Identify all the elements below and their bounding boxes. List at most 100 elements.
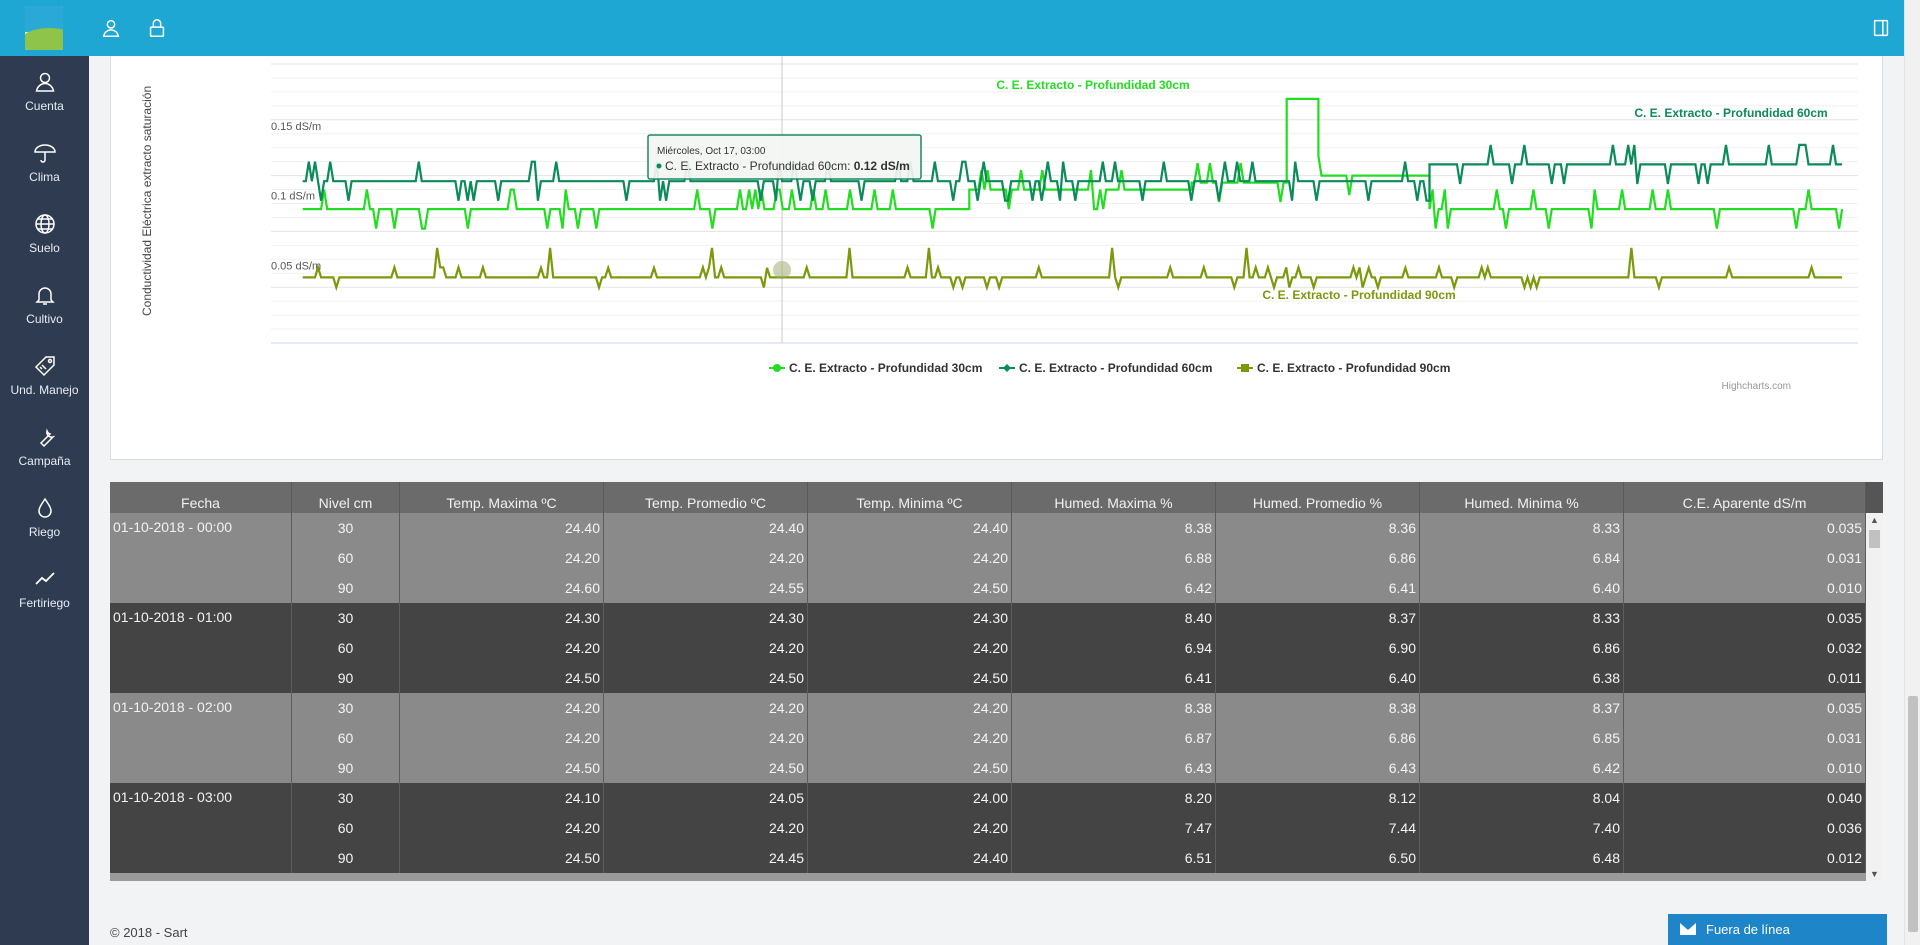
table-row[interactable]: 30 24.20 24.20 24.20 8.38 8.38 8.37 0.035 [292,693,1866,723]
table-bottom-strip [110,873,1866,881]
table-cell: 6.50 [1216,843,1420,873]
sidebar-item-suelo[interactable]: Suelo [0,198,89,269]
sidebar-item-cuenta[interactable]: Cuenta [0,56,89,127]
column-header[interactable]: Nivel cm [292,482,400,513]
user-icon[interactable] [100,17,122,39]
table-row[interactable]: 60 24.20 24.20 24.20 6.94 6.90 6.86 0.032 [292,633,1866,663]
data-table: Fecha Nivel cm Temp. Maxima ºC Temp. Promed… [110,482,1883,881]
column-header[interactable]: Humed. Promedio % [1216,482,1420,513]
column-header[interactable]: Temp. Promedio ºC [604,482,808,513]
sidebar-item-label: Campaña [18,454,71,468]
table-cell: 24.50 [604,663,808,693]
table-cell: 6.43 [1012,753,1216,783]
lock-icon[interactable] [146,17,168,39]
table-cell: 6.40 [1216,663,1420,693]
offline-status-button[interactable]: Fuera de línea [1668,914,1887,945]
tooltip-text: C. E. Extracto - Profundidad 60cm: 0.12 … [665,159,910,173]
table-cell: 0.032 [1624,633,1866,663]
legend-marker [1003,364,1011,372]
tooltip-value: 0.12 dS/m [854,159,910,173]
table-row[interactable]: 30 24.30 24.30 24.30 8.40 8.37 8.33 0.035 [292,603,1866,633]
table-cell: 7.40 [1420,813,1624,843]
table-cell: 30 [292,513,400,543]
globe-icon [34,214,55,234]
chart-card: Conductividad Eléctrica extracto saturac… [110,56,1883,460]
column-header[interactable]: Temp. Maxima ºC [400,482,604,513]
sidebar-item-cultivo[interactable]: Cultivo [0,269,89,340]
table-cell: 24.50 [808,663,1012,693]
page-scrollbar[interactable] [1904,0,1920,945]
legend-label: C. E. Extracto - Profundidad 90cm [1257,361,1450,375]
table-cell: 24.05 [604,783,808,813]
column-header[interactable]: Humed. Minima % [1420,482,1624,513]
y-tick-label: 0.05 dS/m [271,260,321,272]
wrench-icon [39,428,55,448]
series-data-label: C. E. Extracto - Profundidad 30cm [996,78,1189,92]
column-header[interactable]: Temp. Minima ºC [808,482,1012,513]
series-line[interactable] [302,97,1844,230]
table-cell: 8.12 [1216,783,1420,813]
chart-credits[interactable]: Highcharts.com [1722,381,1791,392]
table-cell: 24.50 [400,663,604,693]
table-row[interactable]: 90 24.60 24.55 24.50 6.42 6.41 6.40 0.010 [292,573,1866,603]
tooltip-series: C. E. Extracto - Profundidad 60cm: [665,159,854,173]
table-cell: 8.38 [1012,693,1216,723]
top-bar [0,0,1904,56]
table-cell: 90 [292,573,400,603]
table-row[interactable]: 90 24.50 24.45 24.40 6.51 6.50 6.48 0.012 [292,843,1866,873]
tooltip-header: Miércoles, Oct 17, 03:00 [657,146,766,157]
table-cell: 90 [292,663,400,693]
legend-item[interactable]: C. E. Extracto - Profundidad 60cm [999,361,1212,375]
table-cell: 0.035 [1624,603,1866,633]
table-cell: 7.44 [1216,813,1420,843]
scroll-up-icon[interactable]: ▲ [1870,515,1879,525]
table-row[interactable]: 60 24.20 24.20 24.20 6.88 6.86 6.84 0.031 [292,543,1866,573]
fecha-cell: 01-10-2018 - 02:00 [110,693,292,783]
table-row[interactable]: 60 24.20 24.20 24.20 6.87 6.86 6.85 0.031 [292,723,1866,753]
table-cell: 6.51 [1012,843,1216,873]
legend-label: C. E. Extracto - Profundidad 60cm [1019,361,1212,375]
table-row[interactable]: 30 24.10 24.05 24.00 8.20 8.12 8.04 0.040 [292,783,1866,813]
tooltip-series-dot [656,163,662,169]
table-row[interactable]: 90 24.50 24.50 24.50 6.41 6.40 6.38 0.011 [292,663,1866,693]
ce-line-chart[interactable]: Conductividad Eléctrica extracto saturac… [111,56,1884,460]
sidebar-item-und-manejo[interactable]: Und. Manejo [0,340,89,411]
table-cell: 24.50 [400,843,604,873]
table-cell: 6.87 [1012,723,1216,753]
legend-item[interactable]: C. E. Extracto - Profundidad 30cm [769,361,982,375]
table-cell: 24.20 [400,813,604,843]
y-axis-label: Conductividad Eléctrica extracto saturac… [140,86,154,316]
app-logo[interactable] [25,6,63,50]
series-line[interactable] [302,247,1843,292]
table-cell: 0.035 [1624,513,1866,543]
sidebar-item-campana[interactable]: Campaña [0,411,89,482]
table-row[interactable]: 90 24.50 24.50 24.50 6.43 6.43 6.42 0.010 [292,753,1866,783]
table-cell: 60 [292,633,400,663]
chart-tooltip: Miércoles, Oct 17, 03:00 C. E. Extracto … [647,134,922,180]
sidebar-item-riego[interactable]: Riego [0,482,89,553]
series-line[interactable] [302,143,1843,202]
sidebar-item-fertiriego[interactable]: Fertiriego [0,553,89,624]
table-cell: 24.20 [604,723,808,753]
sidebar-item-clima[interactable]: Clima [0,127,89,198]
table-row[interactable]: 30 24.40 24.40 24.40 8.38 8.36 8.33 0.035 [292,513,1866,543]
hover-marker [773,261,791,279]
table-cell: 24.20 [400,693,604,723]
table-row[interactable]: 60 24.20 24.20 24.20 7.47 7.44 7.40 0.036 [292,813,1866,843]
envelope-icon [1680,923,1696,935]
panel-toggle-icon[interactable] [1870,17,1892,39]
table-cell: 24.10 [400,783,604,813]
table-cell: 6.38 [1420,663,1624,693]
legend-item[interactable]: C. E. Extracto - Profundidad 90cm [1237,361,1450,375]
column-header[interactable]: Fecha [110,482,292,513]
table-cell: 24.45 [604,843,808,873]
scroll-down-icon[interactable]: ▼ [1870,869,1879,879]
column-header[interactable]: Humed. Maxima % [1012,482,1216,513]
table-cell: 24.30 [808,603,1012,633]
table-cell: 0.035 [1624,693,1866,723]
table-scrollbar[interactable]: ▲ ▼ [1866,513,1883,881]
table-cell: 0.010 [1624,753,1866,783]
table-cell: 24.40 [808,843,1012,873]
table-cell: 24.20 [808,633,1012,663]
column-header[interactable]: C.E. Aparente dS/m [1624,482,1866,513]
